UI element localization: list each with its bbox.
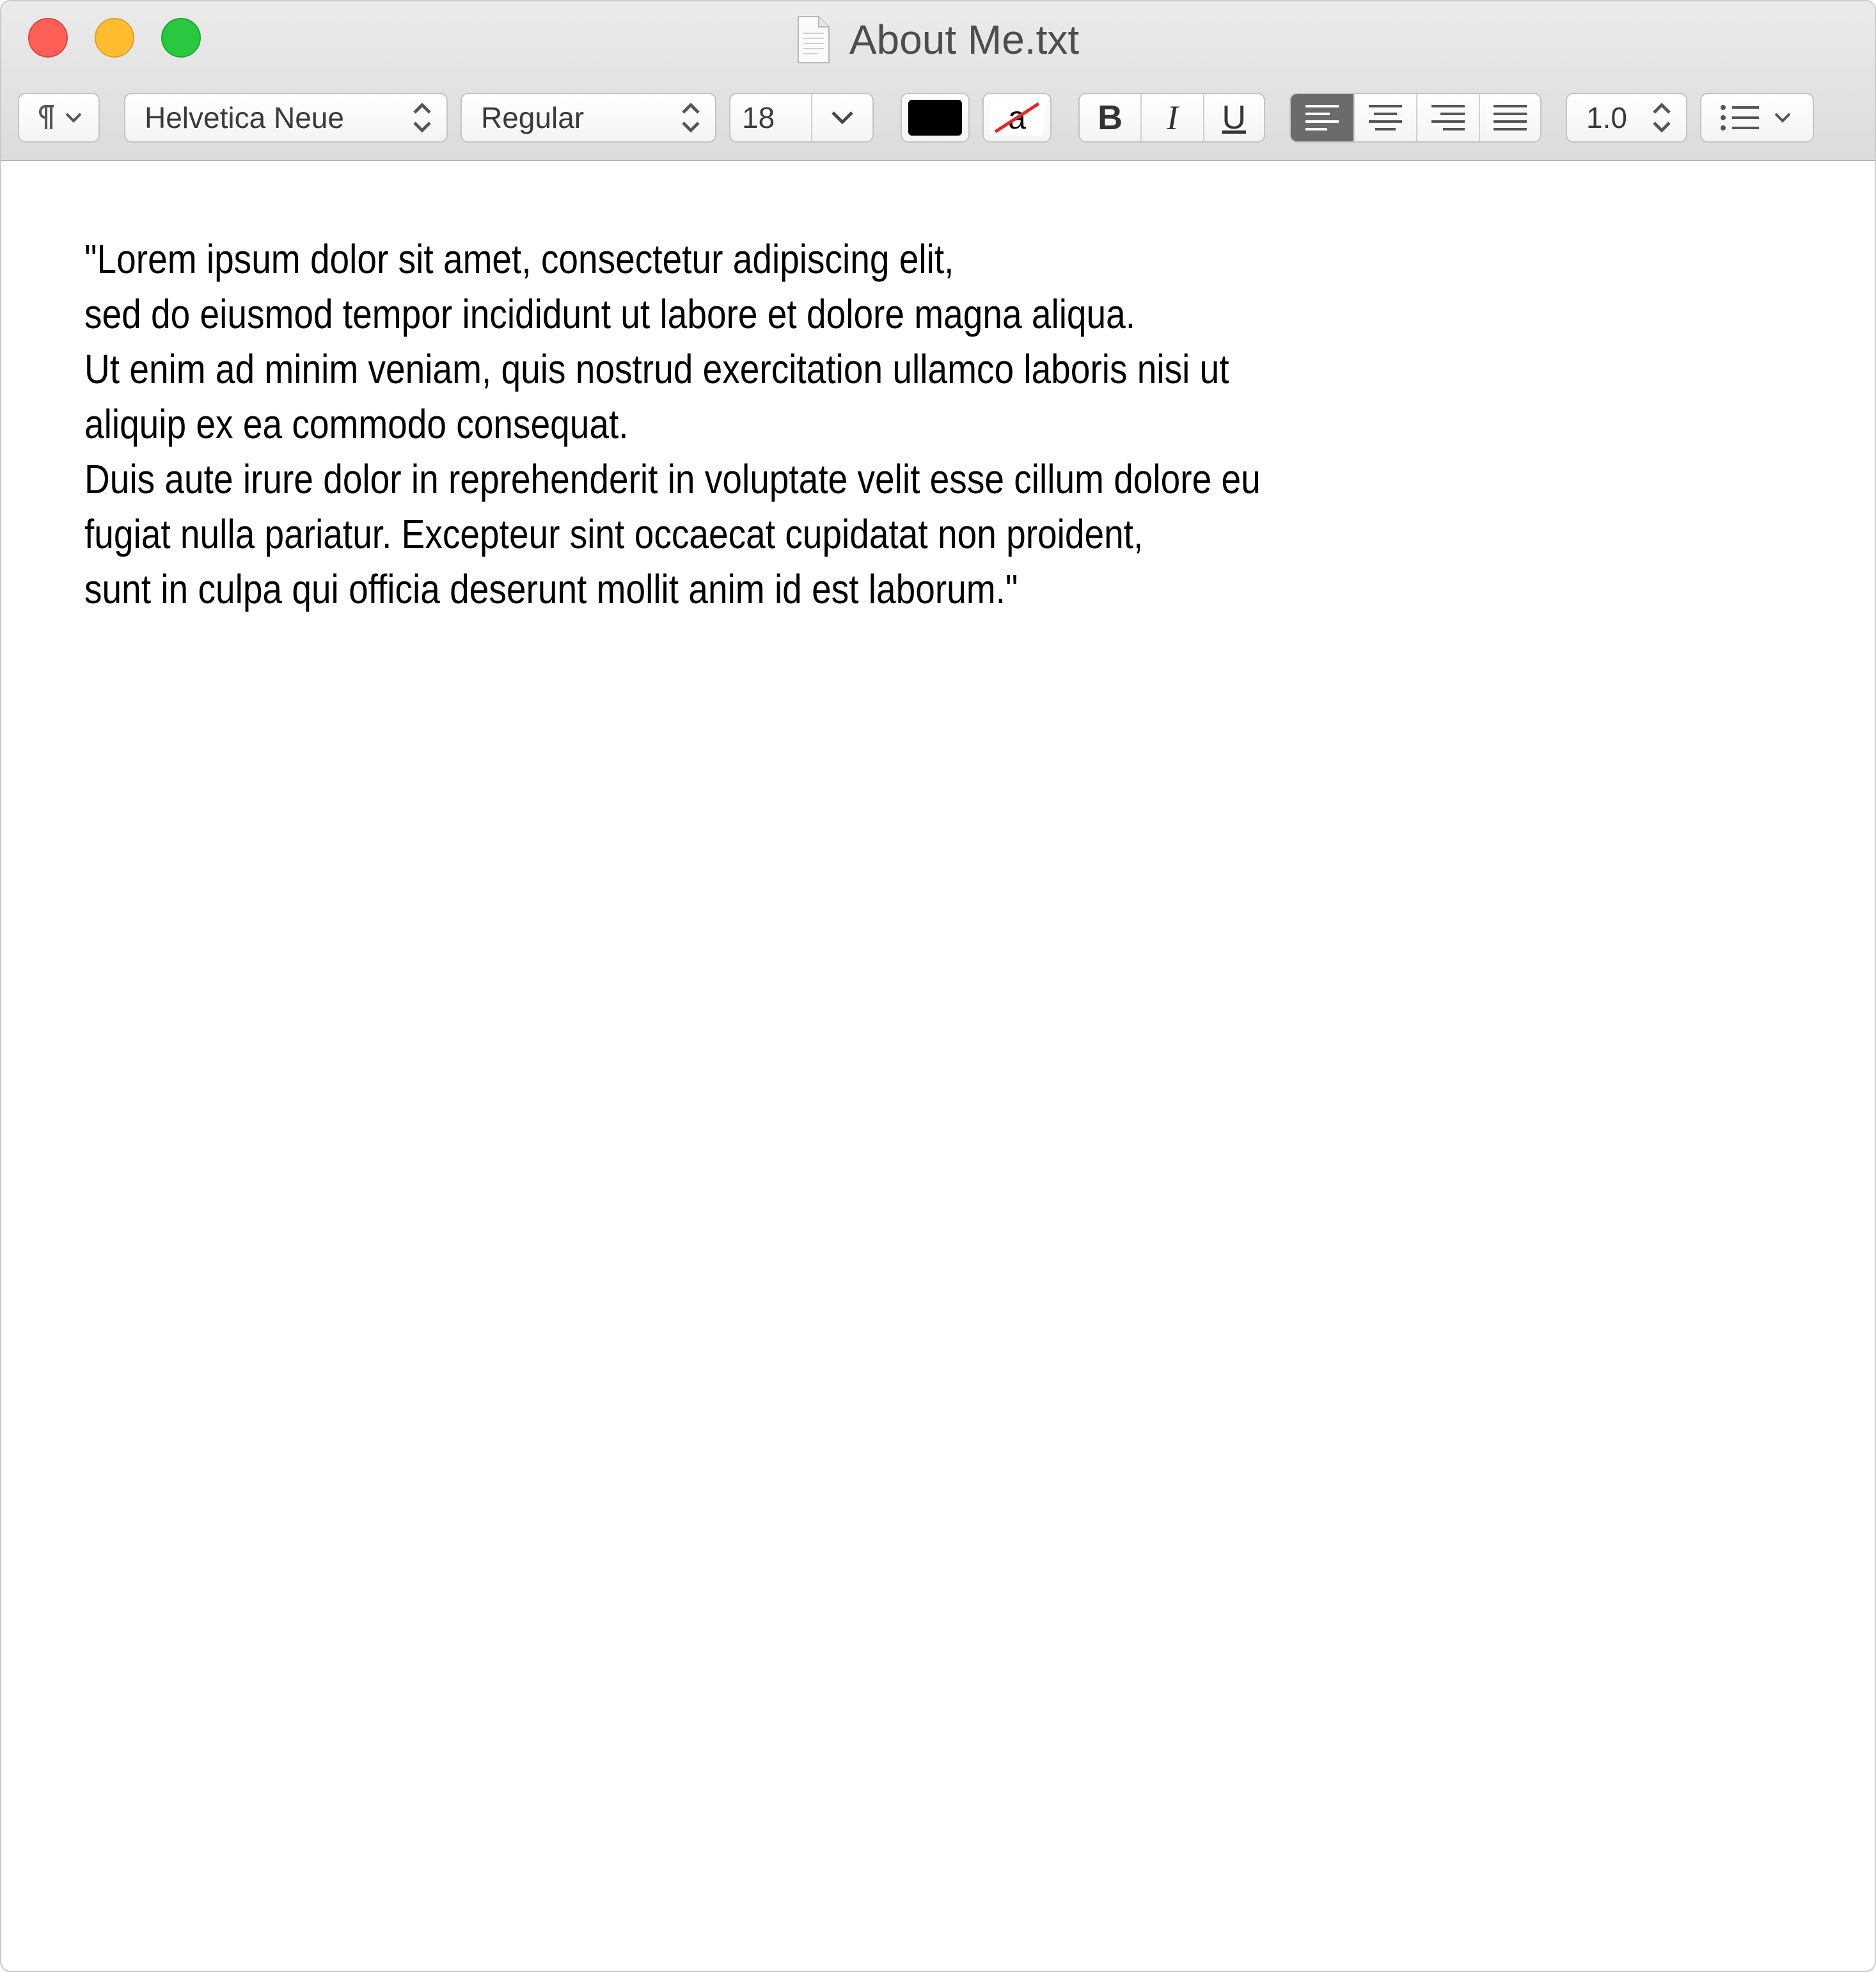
text-color-swatch [908,100,962,136]
text-editor[interactable]: "Lorem ipsum dolor sit amet, consectetur… [84,232,1811,617]
document-icon [797,16,830,63]
align-right-icon [1431,105,1465,130]
text-line: Duis aute irure dolor in reprehenderit i… [84,456,1261,502]
textedit-window: About Me.txt Helvetica Neue Regular 18 B… [0,0,1876,1972]
align-right-button[interactable] [1416,94,1479,141]
window-title: About Me.txt [849,17,1080,63]
chevron-down-icon [832,111,853,125]
line-spacing-popup[interactable]: 1.0 [1566,93,1687,143]
font-style-popup[interactable]: Regular [461,93,716,143]
no-color-slash-icon [994,102,1040,134]
bulleted-list-icon [1721,105,1759,130]
updown-arrows-icon [682,102,700,133]
text-style-segmented-control: B I U [1078,93,1265,143]
font-size-field[interactable]: 18 [730,94,811,141]
paragraph-styles-popup[interactable] [18,93,100,143]
updown-arrows-icon [1653,102,1671,133]
italic-label: I [1167,99,1178,137]
line-spacing-value: 1.0 [1586,101,1627,134]
chevron-down-icon [65,113,82,123]
align-center-icon [1369,105,1402,130]
underline-button[interactable]: U [1202,94,1264,141]
text-line: fugiat nulla pariatur. Excepteur sint oc… [84,511,1144,557]
bold-button[interactable]: B [1080,94,1140,141]
text-line: aliquip ex ea commodo consequat. [84,401,629,447]
align-left-icon [1305,105,1339,130]
align-left-button[interactable] [1291,94,1353,141]
font-size-dropdown-button[interactable] [811,94,872,141]
list-bullets-popup[interactable] [1700,93,1814,143]
font-family-popup[interactable]: Helvetica Neue [124,93,448,143]
no-highlight-swatch: a [990,100,1044,136]
font-size-value: 18 [742,101,775,134]
text-line: Ut enim ad minim veniam, quis nostrud ex… [84,346,1229,392]
bold-label: B [1098,99,1123,137]
titlebar: About Me.txt Helvetica Neue Regular 18 B… [1,1,1875,161]
underline-label: U [1222,99,1247,136]
italic-button[interactable]: I [1140,94,1202,141]
text-line: sunt in culpa qui officia deserunt molli… [84,566,1018,612]
pilcrow-icon [39,105,54,129]
alignment-segmented-control [1289,93,1541,143]
window-title-area: About Me.txt [1,10,1875,69]
font-size-combobox[interactable]: 18 [729,93,874,143]
text-color-well[interactable] [901,93,970,143]
text-line: "Lorem ipsum dolor sit amet, consectetur… [84,236,954,282]
text-line: sed do eiusmod tempor incididunt ut labo… [84,291,1136,337]
updown-arrows-icon [413,102,431,133]
highlight-color-well[interactable]: a [982,93,1052,143]
align-justify-icon [1494,105,1527,130]
justify-button[interactable] [1479,94,1540,141]
font-family-value: Helvetica Neue [145,101,344,134]
align-center-button[interactable] [1353,94,1416,141]
chevron-down-icon [1774,113,1791,123]
font-style-value: Regular [481,101,585,134]
